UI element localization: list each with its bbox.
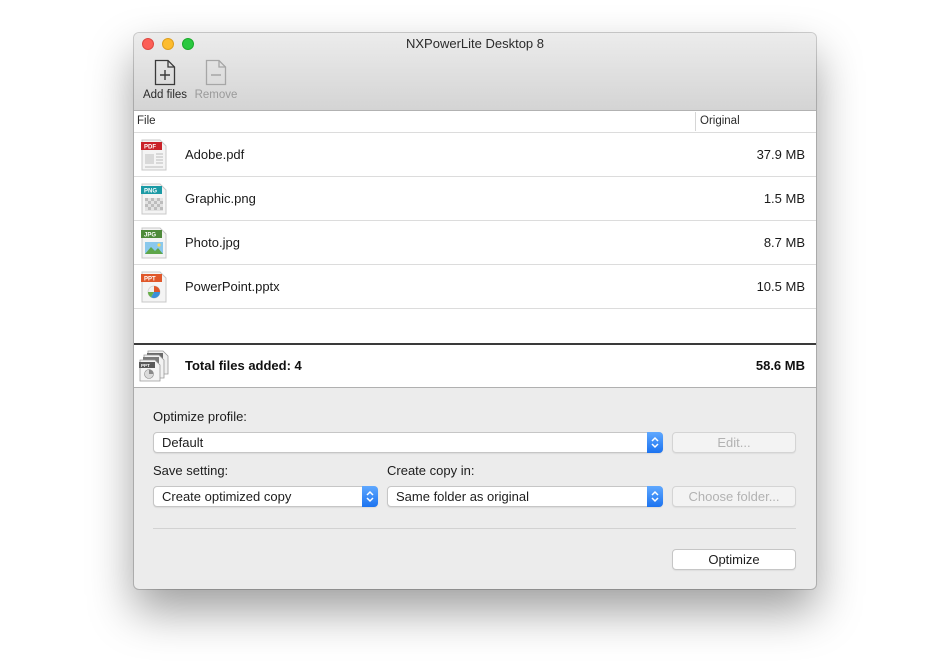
- table-header: File Original: [134, 111, 816, 133]
- optimize-button[interactable]: Optimize: [672, 549, 796, 570]
- file-size: 1.5 MB: [763, 191, 805, 206]
- remove-button[interactable]: Remove: [190, 59, 242, 105]
- table-row[interactable]: PPT PowerPoint.pptx 10.5 MB: [134, 265, 816, 309]
- file-size: 8.7 MB: [763, 235, 805, 250]
- file-size: 10.5 MB: [756, 279, 805, 294]
- column-header-original[interactable]: Original: [700, 115, 740, 127]
- remove-file-icon: [205, 59, 227, 86]
- svg-text:PDF: PDF: [144, 145, 156, 151]
- save-setting-label: Save setting:: [153, 463, 229, 478]
- edit-button[interactable]: Edit...: [672, 432, 796, 453]
- optimize-profile-value: Default: [162, 435, 204, 450]
- ppt-file-icon: PPT: [141, 271, 167, 303]
- column-header-file[interactable]: File: [137, 115, 156, 127]
- add-file-icon: [154, 59, 176, 86]
- choose-folder-label: Choose folder...: [688, 489, 780, 504]
- section-divider: [153, 528, 796, 529]
- file-name: Graphic.png: [185, 191, 256, 206]
- file-name: Adobe.pdf: [185, 147, 245, 162]
- choose-folder-button[interactable]: Choose folder...: [672, 486, 796, 507]
- svg-text:JPG: JPG: [144, 233, 156, 239]
- table-row[interactable]: PNG Graphic.png 1.5 MB: [134, 177, 816, 221]
- create-copy-value: Same folder as original: [396, 489, 529, 504]
- file-name: PowerPoint.pptx: [185, 279, 280, 294]
- files-stack-icon: PPT: [139, 350, 169, 382]
- save-setting-select[interactable]: Create optimized copy: [153, 486, 378, 507]
- total-size: 58.6 MB: [755, 358, 805, 373]
- create-copy-label: Create copy in:: [387, 463, 475, 478]
- file-name: Photo.jpg: [185, 235, 240, 250]
- popup-arrows-icon: [362, 486, 378, 507]
- file-table: File Original PDF Adobe.pdf 37.9 MB PNG: [134, 111, 816, 343]
- table-row[interactable]: JPG Photo.jpg 8.7 MB: [134, 221, 816, 265]
- svg-text:PPT: PPT: [144, 277, 156, 283]
- png-file-icon: PNG: [141, 183, 167, 215]
- save-setting-value: Create optimized copy: [162, 489, 292, 504]
- window-title: NXPowerLite Desktop 8: [405, 36, 544, 51]
- table-row[interactable]: PDF Adobe.pdf 37.9 MB: [134, 133, 816, 177]
- add-files-button[interactable]: Add files: [139, 59, 191, 105]
- optimize-profile-select[interactable]: Default: [153, 432, 663, 453]
- column-separator: [695, 112, 696, 131]
- total-files-label: Total files added: 4: [185, 358, 302, 373]
- create-copy-select[interactable]: Same folder as original: [387, 486, 663, 507]
- total-row: PPT Total files added: 4 58.6 MB: [134, 343, 816, 388]
- optimize-profile-label: Optimize profile:: [153, 409, 247, 424]
- popup-arrows-icon: [647, 432, 663, 453]
- jpg-file-icon: JPG: [141, 227, 167, 259]
- edit-label: Edit...: [717, 435, 751, 450]
- app-window: NXPowerLite Desktop 8 Add files Remove F…: [134, 33, 816, 589]
- pdf-file-icon: PDF: [141, 139, 167, 171]
- add-files-label: Add files: [142, 89, 188, 101]
- svg-text:PPT: PPT: [141, 363, 150, 368]
- remove-label: Remove: [194, 89, 238, 101]
- title-bar: NXPowerLite Desktop 8 Add files Remove: [134, 33, 816, 111]
- svg-text:PNG: PNG: [144, 189, 157, 195]
- file-size: 37.9 MB: [756, 147, 805, 162]
- optimize-label: Optimize: [708, 552, 760, 567]
- popup-arrows-icon: [647, 486, 663, 507]
